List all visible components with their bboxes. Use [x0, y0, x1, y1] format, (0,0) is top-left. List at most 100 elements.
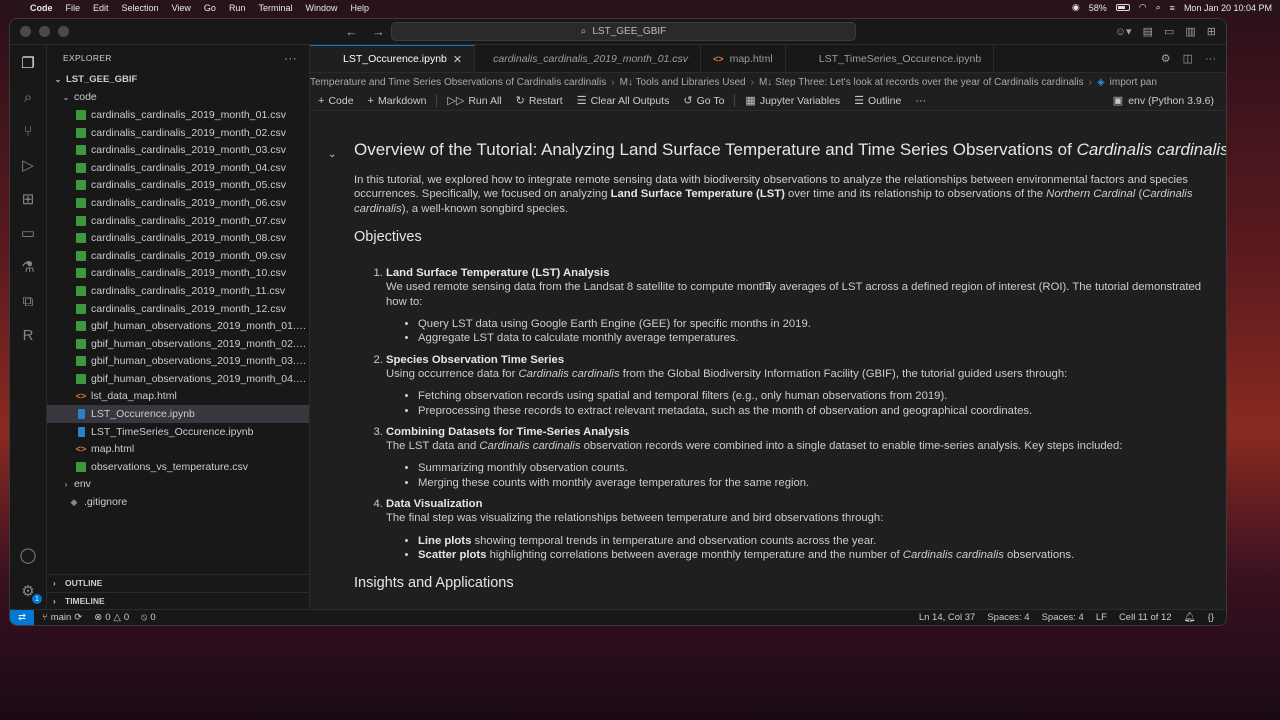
file-item[interactable]: gbif_human_observations_2019_month_01.cs… — [47, 317, 309, 335]
customize-layout-icon[interactable]: ⊞ — [1207, 25, 1216, 38]
control-center-icon[interactable]: ≡ — [1170, 3, 1175, 13]
file-item[interactable]: LST_TimeSeries_Occurence.ipynb — [47, 423, 309, 441]
timeline-section[interactable]: › TIMELINE — [47, 592, 309, 609]
chevron-down-icon[interactable]: ⌄ — [328, 149, 336, 160]
extensions-icon[interactable]: ⊞ — [18, 189, 38, 209]
menu-terminal[interactable]: Terminal — [258, 3, 292, 13]
problems-indicator[interactable]: ⊗ 0 △ 0 — [94, 612, 129, 623]
menu-file[interactable]: File — [66, 3, 81, 13]
breadcrumb-item[interactable]: M↓ Step Three: Let's look at records ove… — [759, 77, 1084, 88]
command-center-search[interactable]: ⌕ LST_GEE_GBIF — [391, 22, 856, 41]
more-actions-icon[interactable]: ··· — [1205, 53, 1216, 65]
outline-section[interactable]: › OUTLINE — [47, 574, 309, 591]
menubar-datetime[interactable]: Mon Jan 20 10:04 PM — [1184, 3, 1272, 13]
settings-gear-icon[interactable]: ⚙ 1 — [18, 581, 42, 604]
breadcrumb-item[interactable]: M↓ Tools and Libraries Used — [620, 77, 746, 88]
file-item[interactable]: cardinalis_cardinalis_2019_month_10.csv — [47, 265, 309, 283]
workspace-root[interactable]: ⌄ LST_GEE_GBIF — [47, 71, 309, 89]
file-item[interactable]: LST_Occurence.ipynb — [47, 405, 309, 423]
gear-icon[interactable]: ⚙ — [1161, 52, 1171, 65]
run-debug-icon[interactable]: ▷ — [18, 155, 38, 175]
file-item[interactable]: cardinalis_cardinalis_2019_month_02.csv — [47, 124, 309, 142]
copilot-icon[interactable]: ☺▾ — [1115, 25, 1132, 38]
tab-map-html[interactable]: <> map.html — [701, 45, 786, 72]
wifi-icon[interactable]: ◠ — [1139, 2, 1147, 13]
record-icon[interactable]: ◉ — [1072, 2, 1080, 13]
file-item[interactable]: cardinalis_cardinalis_2019_month_04.csv — [47, 159, 309, 177]
add-markdown-cell-button[interactable]: + Markdown — [368, 95, 427, 107]
ports-indicator[interactable]: ⦸ 0 — [141, 612, 156, 623]
git-branch[interactable]: ⑂ main ⟳ — [42, 612, 82, 623]
remote-indicator-icon[interactable]: ⇄ — [10, 610, 34, 625]
restart-button[interactable]: ↻ Restart — [516, 94, 563, 108]
tab-lst-timeseries[interactable]: LST_TimeSeries_Occurence.ipynb — [786, 45, 995, 72]
more-actions-icon[interactable]: ··· — [915, 95, 926, 107]
toggle-panel-icon[interactable]: ▭ — [1164, 25, 1174, 38]
tab-cardinalis-csv[interactable]: cardinalis_cardinalis_2019_month_01.csv — [475, 45, 702, 72]
file-item[interactable]: cardinalis_cardinalis_2019_month_06.csv — [47, 194, 309, 212]
indentation-2[interactable]: Spaces: 4 — [1042, 612, 1084, 623]
file-item[interactable]: gbif_human_observations_2019_month_02.c.… — [47, 335, 309, 353]
testing-icon[interactable]: ⚗ — [18, 257, 38, 277]
add-code-cell-button[interactable]: + Code — [318, 95, 354, 107]
file-item[interactable]: observations_vs_temperature.csv — [47, 458, 309, 476]
file-item[interactable]: cardinalis_cardinalis_2019_month_08.csv — [47, 229, 309, 247]
folder-code[interactable]: ⌄ code — [47, 89, 309, 107]
language-mode[interactable]: {} — [1208, 612, 1214, 623]
file-item[interactable]: cardinalis_cardinalis_2019_month_01.csv — [47, 106, 309, 124]
run-all-button[interactable]: ▷▷ Run All — [447, 94, 501, 108]
file-item[interactable]: cardinalis_cardinalis_2019_month_05.csv — [47, 177, 309, 195]
breadcrumb-item[interactable]: import pan — [1110, 77, 1157, 88]
menu-edit[interactable]: Edit — [93, 3, 109, 13]
split-editor-icon[interactable]: ◫ — [1183, 52, 1193, 65]
toggle-secondary-sidebar-icon[interactable]: ▥ — [1185, 25, 1195, 38]
more-actions-icon[interactable]: ··· — [284, 51, 297, 65]
jupyter-variables-button[interactable]: ▦ Jupyter Variables — [745, 94, 840, 108]
cell-indicator[interactable]: Cell 11 of 12 — [1119, 612, 1172, 623]
folder-env[interactable]: › env — [47, 476, 309, 494]
file-item[interactable]: gbif_human_observations_2019_month_03.c.… — [47, 353, 309, 371]
file-item[interactable]: <> lst_data_map.html — [47, 388, 309, 406]
file-item[interactable]: cardinalis_cardinalis_2019_month_11.csv — [47, 282, 309, 300]
outline-button[interactable]: ☰ Outline — [854, 94, 901, 108]
menu-view[interactable]: View — [172, 3, 191, 13]
kernel-picker[interactable]: ▣ env (Python 3.9.6) — [1113, 94, 1214, 108]
explorer-icon[interactable]: ❐ — [18, 53, 38, 73]
go-to-button[interactable]: ↺ Go To — [683, 94, 724, 108]
zoom-window-button[interactable] — [58, 26, 69, 37]
tab-lst-occurence[interactable]: LST_Occurence.ipynb ✕ — [310, 45, 476, 72]
file-item[interactable]: <> map.html — [47, 440, 309, 458]
file-item[interactable]: cardinalis_cardinalis_2019_month_09.csv — [47, 247, 309, 265]
breadcrumb-item[interactable]: Temperature and Time Series Observations… — [310, 77, 606, 88]
menu-go[interactable]: Go — [204, 3, 216, 13]
toggle-sidebar-icon[interactable]: ▤ — [1143, 25, 1153, 38]
menu-app[interactable]: Code — [30, 3, 53, 13]
markdown-cell[interactable]: Overview of the Tutorial: Analyzing Land… — [354, 139, 1226, 605]
battery-icon[interactable] — [1115, 4, 1130, 11]
file-item[interactable]: cardinalis_cardinalis_2019_month_12.csv — [47, 300, 309, 318]
menu-run[interactable]: Run — [229, 3, 246, 13]
indentation[interactable]: Spaces: 4 — [987, 612, 1029, 623]
file-item[interactable]: cardinalis_cardinalis_2019_month_07.csv — [47, 212, 309, 230]
minimize-window-button[interactable] — [39, 26, 50, 37]
file-item[interactable]: cardinalis_cardinalis_2019_month_03.csv — [47, 141, 309, 159]
close-window-button[interactable] — [20, 26, 31, 37]
menu-window[interactable]: Window — [305, 3, 337, 13]
close-icon[interactable]: ✕ — [453, 53, 462, 66]
jupyter-icon[interactable]: ⧉ — [18, 291, 38, 311]
accounts-icon[interactable]: ◯ — [18, 545, 38, 565]
forward-arrow-icon[interactable]: → — [372, 24, 385, 39]
r-icon[interactable]: R — [18, 325, 38, 345]
source-control-icon[interactable]: ⑂ — [18, 121, 38, 141]
menu-help[interactable]: Help — [350, 3, 369, 13]
cursor-position[interactable]: Ln 14, Col 37 — [919, 612, 976, 623]
search-icon[interactable]: ⌕ — [18, 87, 38, 107]
file-item[interactable]: gbif_human_observations_2019_month_04.c.… — [47, 370, 309, 388]
search-icon[interactable]: ⌕ — [1156, 2, 1161, 13]
end-of-line[interactable]: LF — [1096, 612, 1107, 623]
file-gitignore[interactable]: ◆ .gitignore — [47, 493, 309, 511]
menu-selection[interactable]: Selection — [122, 3, 159, 13]
bell-icon[interactable]: 🔔︎ — [1184, 612, 1196, 623]
clear-outputs-button[interactable]: ☰ Clear All Outputs — [577, 94, 670, 108]
remote-explorer-icon[interactable]: ▭ — [18, 223, 38, 243]
